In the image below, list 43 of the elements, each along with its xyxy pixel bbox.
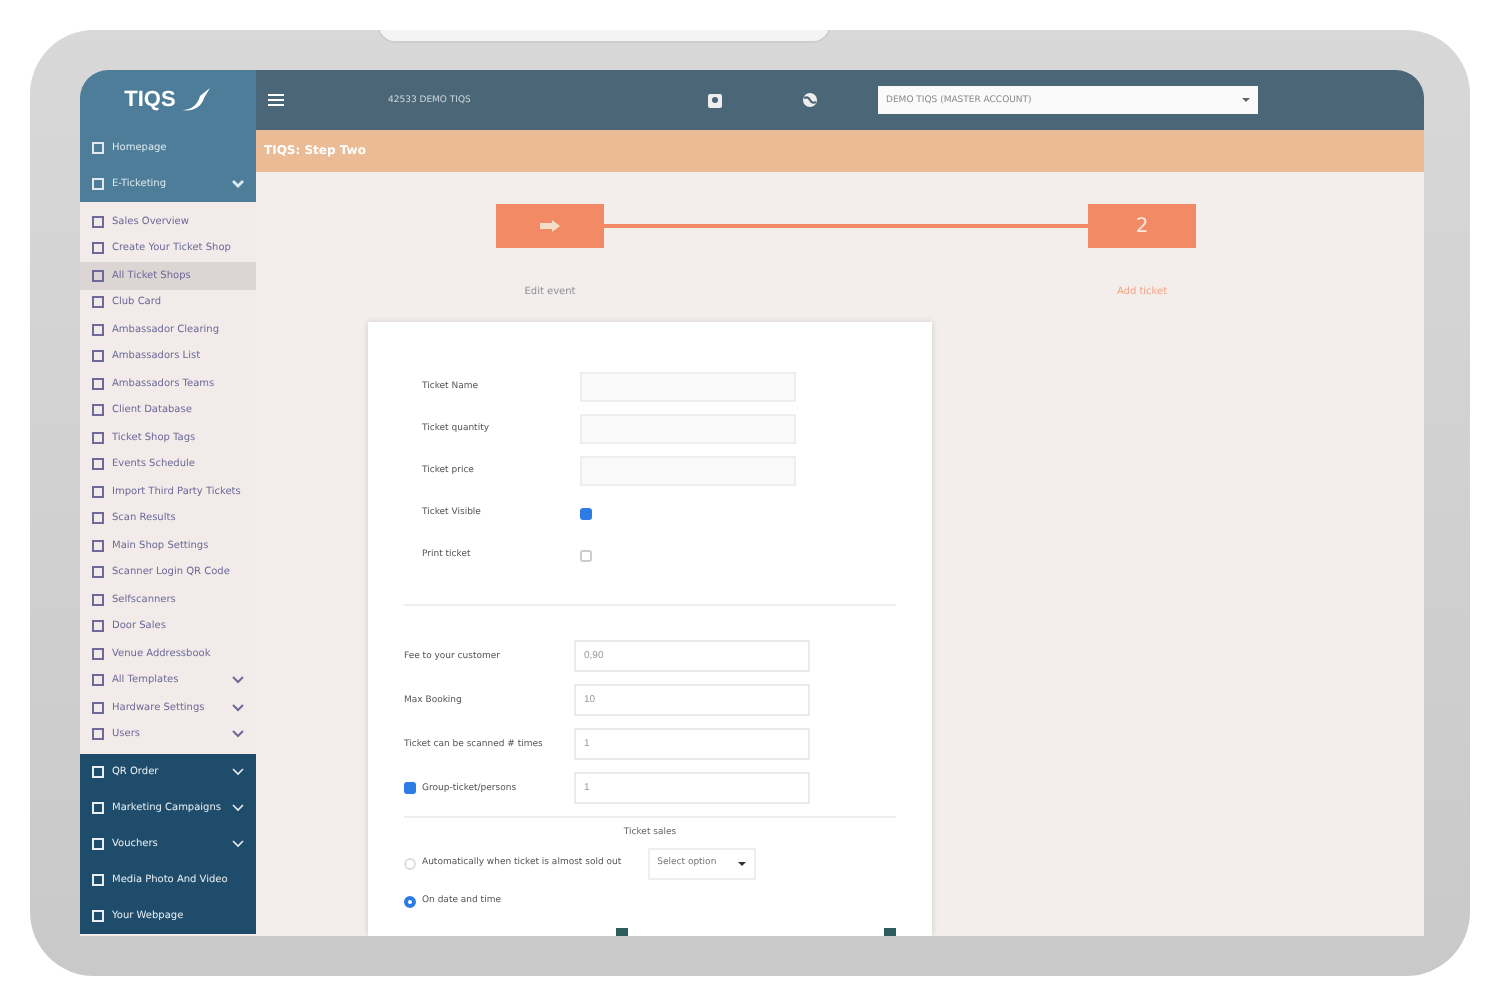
page-icon xyxy=(92,701,104,714)
date-picker-button[interactable] xyxy=(616,928,628,936)
page-icon xyxy=(92,431,104,444)
caret-icon xyxy=(232,676,244,685)
caret-icon xyxy=(232,730,244,739)
page-icon xyxy=(92,674,104,687)
page-icon xyxy=(92,178,104,190)
radio-button[interactable] xyxy=(404,895,416,907)
checkbox[interactable] xyxy=(580,507,592,519)
page-icon xyxy=(92,539,104,552)
checkbox[interactable] xyxy=(404,782,416,794)
page-icon xyxy=(92,593,104,606)
page-icon xyxy=(92,512,104,525)
page-icon xyxy=(92,215,104,228)
page-icon xyxy=(92,323,104,336)
page-icon xyxy=(92,142,104,154)
page-icon xyxy=(92,458,104,471)
menu-icon[interactable] xyxy=(268,94,284,106)
image-icon[interactable] xyxy=(708,93,722,107)
arrow-icon xyxy=(540,220,560,232)
page-icon xyxy=(92,910,104,922)
page-icon xyxy=(92,269,104,282)
page-icon xyxy=(92,485,104,498)
page-icon xyxy=(92,377,104,390)
globe-icon[interactable] xyxy=(802,92,818,108)
date-picker-button[interactable] xyxy=(884,928,896,936)
page-icon xyxy=(92,350,104,363)
page-icon xyxy=(92,838,104,850)
page-icon xyxy=(92,766,104,778)
page-icon xyxy=(92,620,104,633)
page-icon xyxy=(92,728,104,741)
page-icon xyxy=(92,874,104,886)
step-marker[interactable] xyxy=(496,204,604,248)
page-icon xyxy=(92,802,104,814)
caret-icon xyxy=(232,703,244,712)
page-icon xyxy=(92,296,104,309)
page-icon xyxy=(92,404,104,417)
logo-text: TIQS xyxy=(124,88,176,112)
page-icon xyxy=(92,647,104,660)
bird-icon xyxy=(179,86,212,114)
checkbox[interactable] xyxy=(580,549,592,561)
page-icon xyxy=(92,566,104,579)
page-icon xyxy=(92,242,104,255)
